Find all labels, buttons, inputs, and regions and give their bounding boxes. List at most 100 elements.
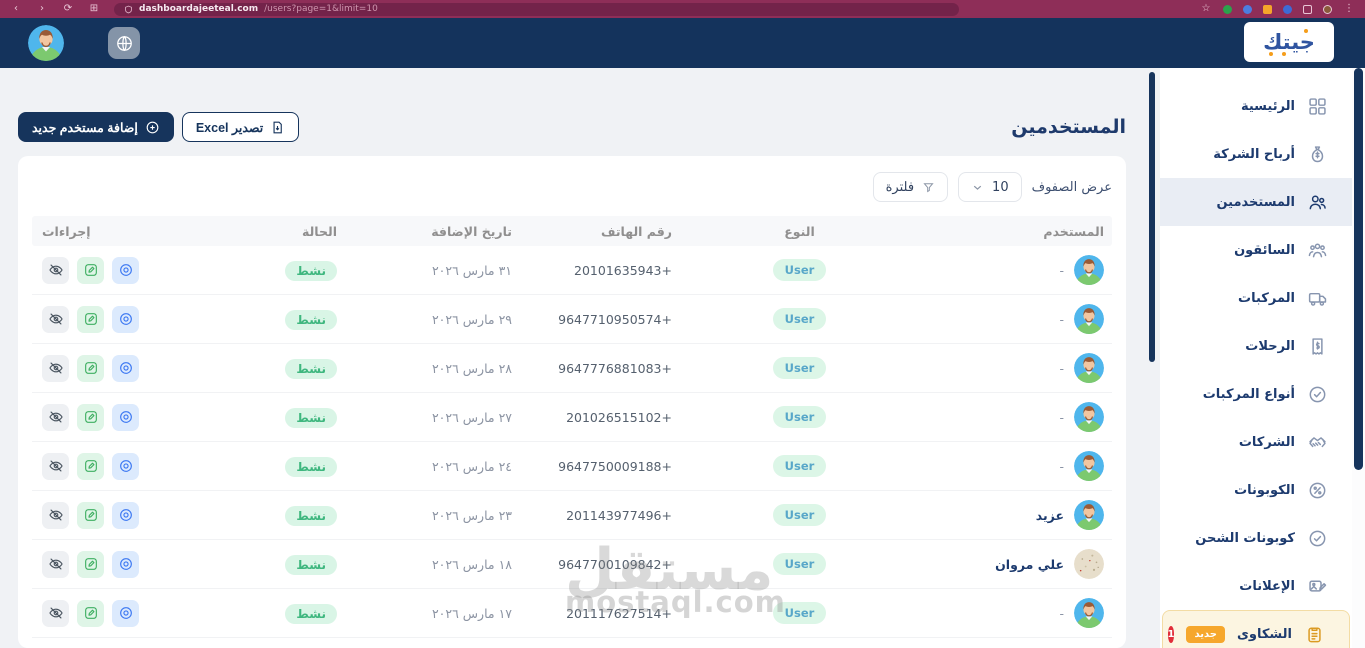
sidebar-item-8[interactable]: الكوبونات	[1160, 466, 1352, 514]
type-cell: User	[672, 406, 927, 428]
type-cell: User	[672, 455, 927, 477]
edit-button[interactable]	[77, 550, 104, 578]
sidebar-item-0[interactable]: الرئيسية	[1160, 82, 1352, 130]
view-button[interactable]	[112, 256, 139, 284]
view-button[interactable]	[112, 354, 139, 382]
sidebar-item-3[interactable]: السائقون	[1160, 226, 1352, 274]
hide-button[interactable]	[42, 256, 69, 284]
page-scrollbar-thumb[interactable]	[1354, 68, 1363, 470]
extension-icon[interactable]	[1223, 4, 1232, 14]
edit-button[interactable]	[77, 305, 104, 333]
url-domain: dashboardajeeteal.com	[139, 4, 259, 14]
sidebar-scrollbar-thumb[interactable]	[1149, 72, 1155, 362]
user-avatar[interactable]	[28, 25, 64, 61]
browser-apps-icon[interactable]: ⊞	[88, 3, 100, 15]
filter-button[interactable]: فلترة	[872, 172, 949, 202]
date-cell: ٢٣ مارس ٢٠٢٦	[431, 507, 512, 523]
view-button[interactable]	[112, 305, 139, 333]
user-cell: -	[927, 353, 1112, 383]
sidebar-item-4[interactable]: المركبات	[1160, 274, 1352, 322]
user-name: -	[1059, 360, 1064, 376]
add-user-label: إضافة مستخدم جديد	[32, 120, 138, 135]
rows-per-page-select[interactable]: 10	[958, 172, 1022, 202]
actions-cell	[32, 354, 242, 382]
browser-extensions: ☆ ⋮	[1200, 3, 1355, 15]
table-row: - User +9647776881083 ٢٨ مارس ٢٠٢٦ نشط	[32, 344, 1112, 393]
logo-text: جيتك	[1263, 30, 1315, 54]
hide-button[interactable]	[42, 354, 69, 382]
browser-refresh-icon[interactable]: ⟳	[62, 3, 74, 15]
browser-profile-avatar[interactable]	[1323, 4, 1332, 14]
date-cell: ٣١ مارس ٢٠٢٦	[431, 262, 512, 278]
edit-button[interactable]	[77, 501, 104, 529]
export-excel-button[interactable]: تصدير Excel	[181, 112, 300, 142]
user-name: عزيد	[1035, 507, 1064, 523]
sidebar: الرئيسية أرباح الشركة المستخدمين السائقون ال…	[1160, 68, 1352, 648]
type-badge: User	[772, 259, 827, 281]
browser-menu-icon[interactable]: ⋮	[1343, 3, 1355, 15]
status-cell: نشط	[242, 358, 337, 379]
extension-icon[interactable]	[1303, 4, 1312, 14]
view-button[interactable]	[112, 403, 139, 431]
edit-button[interactable]	[77, 256, 104, 284]
status-cell: نشط	[242, 407, 337, 428]
hide-button[interactable]	[42, 599, 69, 627]
sidebar-item-9[interactable]: كوبونات الشحن	[1160, 514, 1352, 562]
vehicle-types-icon	[1307, 384, 1328, 405]
export-file-icon	[273, 121, 283, 133]
column-header: رقم الهاتف	[600, 223, 672, 239]
language-globe-button[interactable]	[108, 27, 140, 59]
globe-icon	[116, 35, 132, 51]
view-button[interactable]	[112, 452, 139, 480]
phone-cell: +201026515102	[566, 409, 672, 425]
table-controls: عرض الصفوف 10 فلترة	[32, 156, 1112, 202]
sidebar-item-11[interactable]: الشكاوى جديد 1	[1162, 610, 1350, 648]
table-header-row: المستخدم النوع رقم الهاتف تاريخ الإضافة الحا…	[32, 216, 1112, 246]
sidebar-item-label: الكوبونات	[1234, 482, 1295, 498]
phone-cell: +9647776881083	[558, 360, 672, 376]
row-avatar	[1074, 402, 1104, 432]
hide-button[interactable]	[42, 305, 69, 333]
view-button[interactable]	[112, 550, 139, 578]
status-cell: نشط	[242, 456, 337, 477]
sidebar-nav: الرئيسية أرباح الشركة المستخدمين السائقون ال…	[1160, 82, 1352, 648]
browser-address-bar[interactable]: dashboardajeeteal.com/users?page=1&limit…	[114, 2, 959, 16]
app-logo[interactable]: جيتك	[1244, 22, 1334, 62]
type-badge: User	[772, 406, 827, 428]
row-avatar	[1074, 451, 1104, 481]
actions-cell	[32, 452, 242, 480]
users-icon	[1307, 192, 1328, 213]
extension-icon[interactable]	[1243, 4, 1252, 14]
view-button[interactable]	[112, 599, 139, 627]
sidebar-item-10[interactable]: الإعلانات	[1160, 562, 1352, 610]
hide-button[interactable]	[42, 501, 69, 529]
browser-back-icon[interactable]: ‹	[10, 3, 22, 15]
funnel-icon	[923, 182, 934, 192]
edit-button[interactable]	[77, 599, 104, 627]
add-user-button[interactable]: إضافة مستخدم جديد	[18, 112, 174, 142]
hide-button[interactable]	[42, 403, 69, 431]
type-cell: User	[672, 357, 927, 379]
sidebar-item-7[interactable]: الشركات	[1160, 418, 1352, 466]
extension-icon[interactable]	[1283, 4, 1292, 14]
extension-icon[interactable]	[1263, 4, 1272, 14]
edit-button[interactable]	[77, 403, 104, 431]
page-scrollbar[interactable]	[1352, 68, 1365, 648]
edit-button[interactable]	[77, 452, 104, 480]
edit-button[interactable]	[77, 354, 104, 382]
row-avatar	[1074, 598, 1104, 628]
table-row: علي مروان User +9647700109842 ١٨ مارس ٢٠٢٦ ن…	[32, 540, 1112, 589]
sidebar-item-label: كوبونات الشحن	[1195, 530, 1295, 546]
star-icon[interactable]: ☆	[1200, 3, 1212, 15]
sidebar-item-1[interactable]: أرباح الشركة	[1160, 130, 1352, 178]
type-badge: User	[772, 357, 827, 379]
sidebar-item-2[interactable]: المستخدمين	[1160, 178, 1352, 226]
sidebar-item-6[interactable]: أنواع المركبات	[1160, 370, 1352, 418]
hide-button[interactable]	[42, 452, 69, 480]
handshake-icon	[1307, 432, 1328, 453]
sidebar-item-5[interactable]: الرحلات	[1160, 322, 1352, 370]
browser-forward-icon[interactable]: ›	[36, 3, 48, 15]
status-cell: نشط	[242, 309, 337, 330]
view-button[interactable]	[112, 501, 139, 529]
hide-button[interactable]	[42, 550, 69, 578]
